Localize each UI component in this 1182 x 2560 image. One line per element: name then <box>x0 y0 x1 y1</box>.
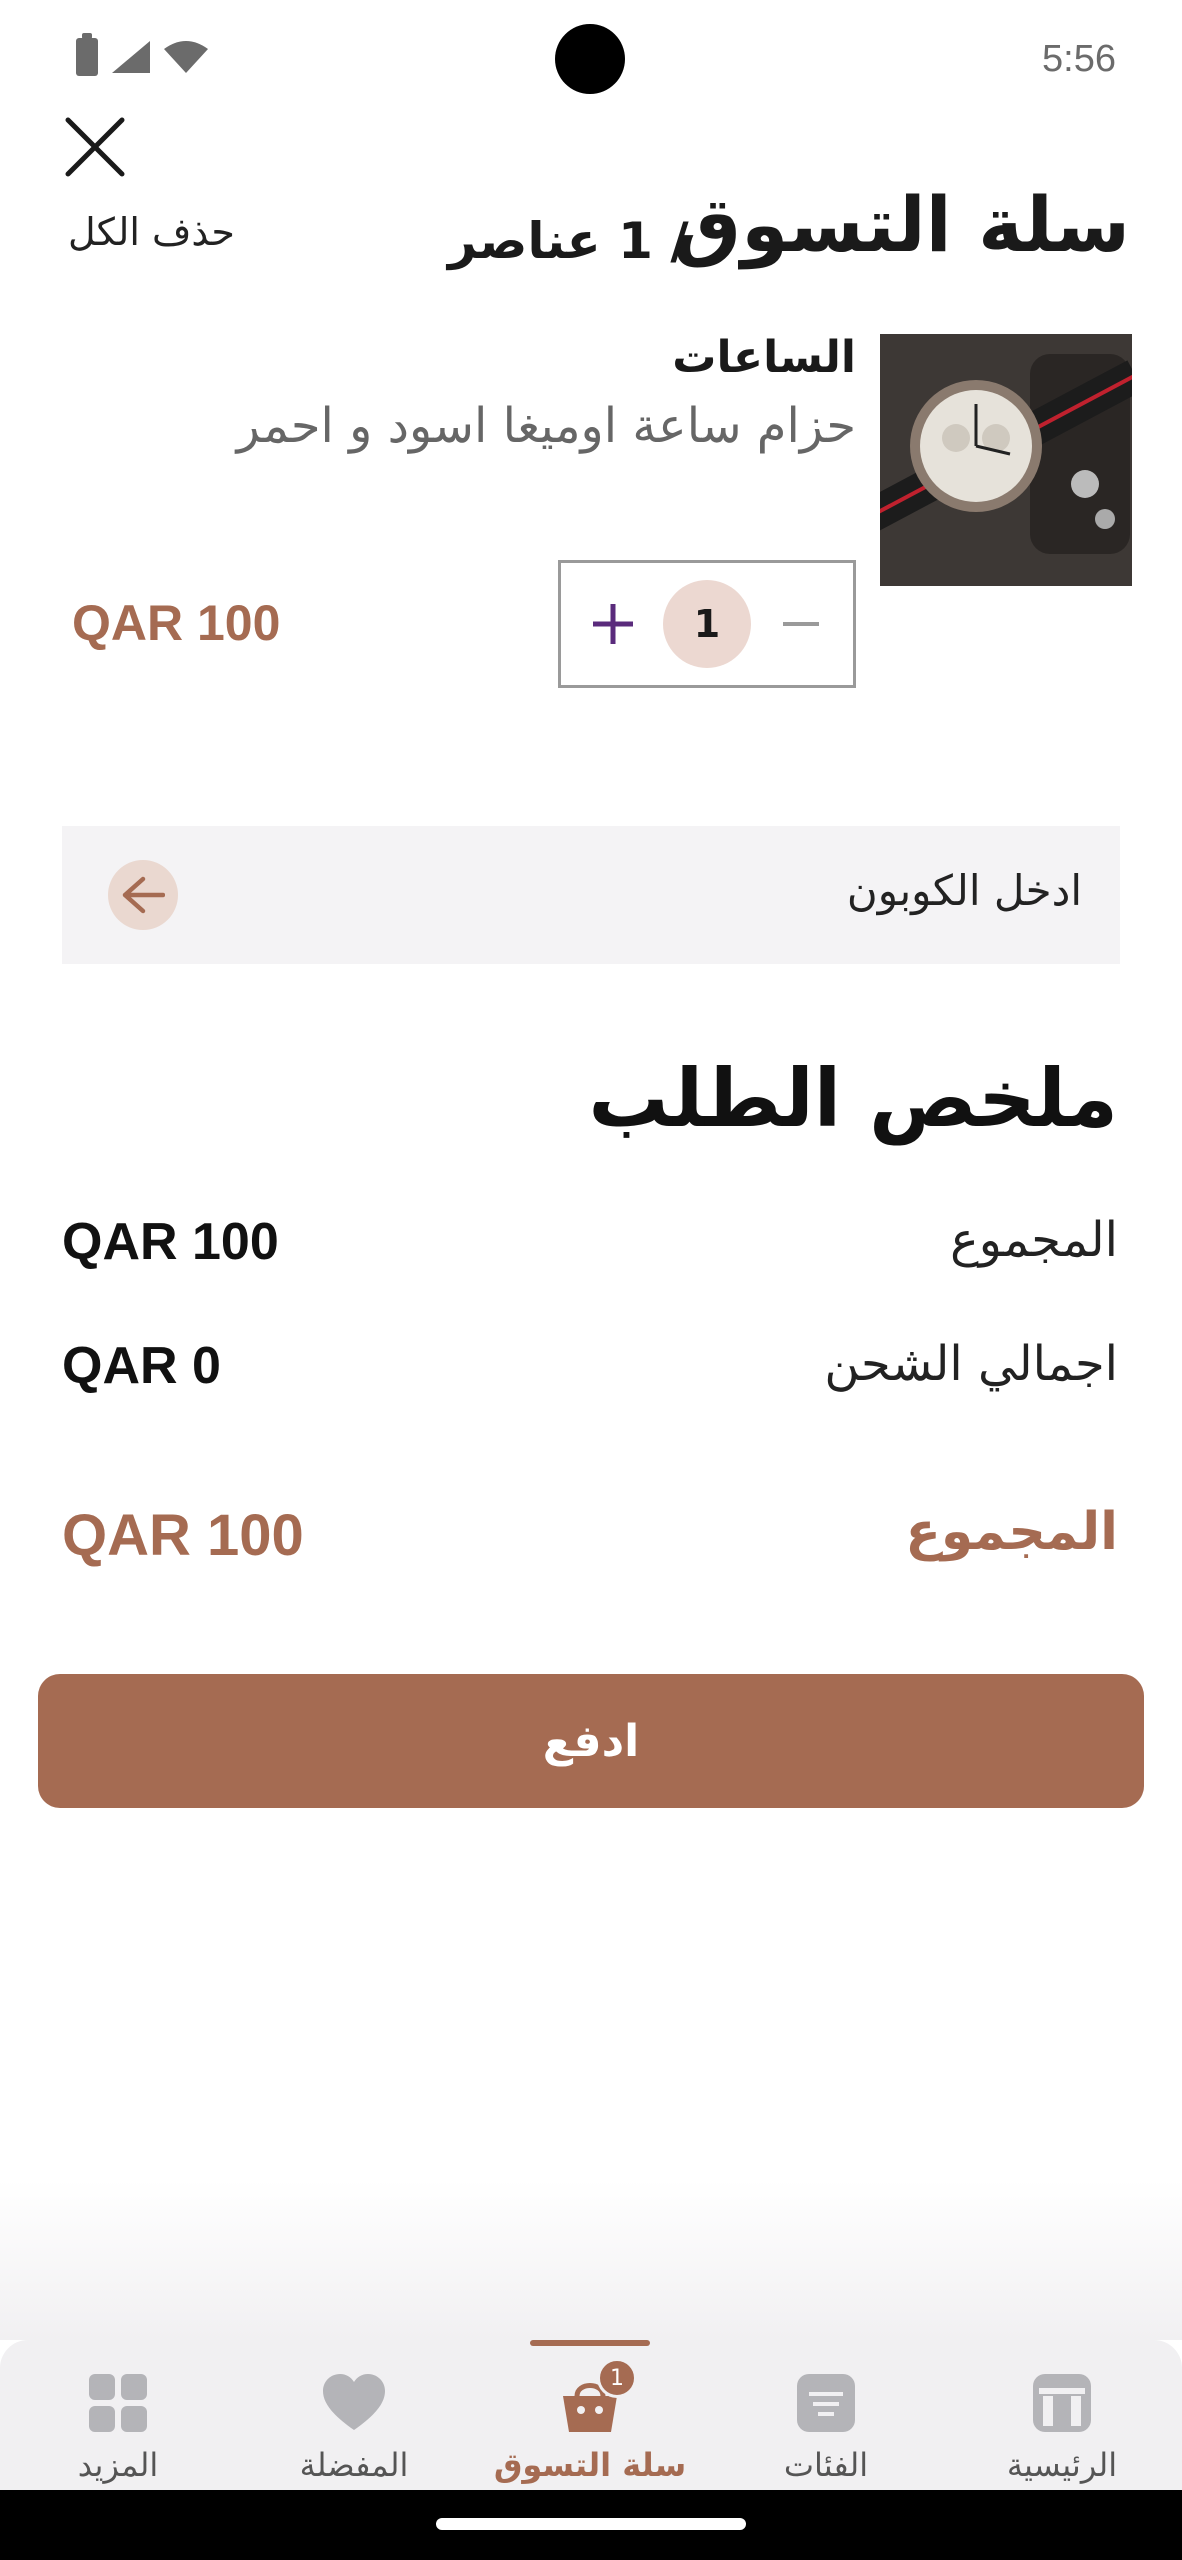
total-label: المجموع <box>905 1502 1118 1562</box>
nav-label-more: المزيد <box>77 2446 159 2484</box>
item-count: / 1 عناصر <box>448 212 689 270</box>
camera-cutout <box>555 24 625 94</box>
active-indicator <box>530 2340 650 2346</box>
nav-item-favorites[interactable]: المفضلة <box>236 2340 472 2490</box>
signal-icon <box>112 41 150 73</box>
product-name[interactable]: حزام ساعة اوميغا اسود و احمر <box>237 398 856 454</box>
bottom-nav: المزيد المفضلة 1 سلة التسوق الفئات الرئي… <box>0 2340 1182 2490</box>
product-image[interactable] <box>880 334 1132 586</box>
nav-label-home: الرئيسية <box>1006 2446 1118 2484</box>
status-time: 5:56 <box>1042 38 1116 80</box>
basket-icon: 1 <box>557 2358 637 2434</box>
nav-item-home[interactable]: الرئيسية <box>944 2340 1180 2490</box>
subtotal-value: QAR 100 <box>62 1213 279 1271</box>
grid-icon <box>89 2374 147 2432</box>
plus-icon <box>593 604 633 644</box>
delete-all-button[interactable]: حذف الكل <box>68 210 235 254</box>
cart-badge: 1 <box>597 2358 637 2398</box>
nav-item-more[interactable]: المزيد <box>0 2340 236 2490</box>
status-icons <box>76 33 208 76</box>
heart-icon <box>323 2374 385 2430</box>
nav-label-cart: سلة التسوق <box>493 2446 687 2484</box>
coupon-field[interactable]: ادخل الكوبون <box>62 826 1120 964</box>
home-indicator[interactable] <box>436 2518 746 2530</box>
nav-item-categories[interactable]: الفئات <box>708 2340 944 2490</box>
quantity-value: 1 <box>663 580 751 668</box>
quantity-stepper: 1 <box>558 560 856 688</box>
item-price: QAR 100 <box>72 595 281 651</box>
arrow-left-icon <box>122 876 165 914</box>
page-title: سلة التسوق <box>673 180 1130 269</box>
nav-fade <box>0 2180 1182 2340</box>
shipping-label: اجمالي الشحن <box>824 1336 1118 1392</box>
apply-coupon-button[interactable] <box>108 860 178 930</box>
nav-item-cart[interactable]: 1 سلة التسوق <box>472 2340 708 2490</box>
close-icon[interactable] <box>62 114 128 180</box>
wifi-icon <box>164 41 208 73</box>
nav-label-categories: الفئات <box>783 2446 869 2484</box>
battery-icon <box>76 33 98 76</box>
decrease-quantity-button[interactable] <box>771 594 831 654</box>
total-value: QAR 100 <box>62 1503 304 1568</box>
nav-label-favorites: المفضلة <box>299 2446 409 2484</box>
home-icon <box>1033 2374 1091 2432</box>
shipping-value: QAR 0 <box>62 1337 221 1395</box>
product-category: الساعات <box>672 332 856 383</box>
coupon-input[interactable]: ادخل الكوبون <box>847 866 1082 915</box>
subtotal-label: المجموع <box>950 1212 1118 1268</box>
minus-icon <box>783 622 819 626</box>
pay-button[interactable]: ادفع <box>38 1674 1144 1808</box>
order-summary-title: ملخص الطلب <box>588 1052 1118 1145</box>
increase-quantity-button[interactable] <box>583 594 643 654</box>
list-icon <box>797 2374 855 2432</box>
